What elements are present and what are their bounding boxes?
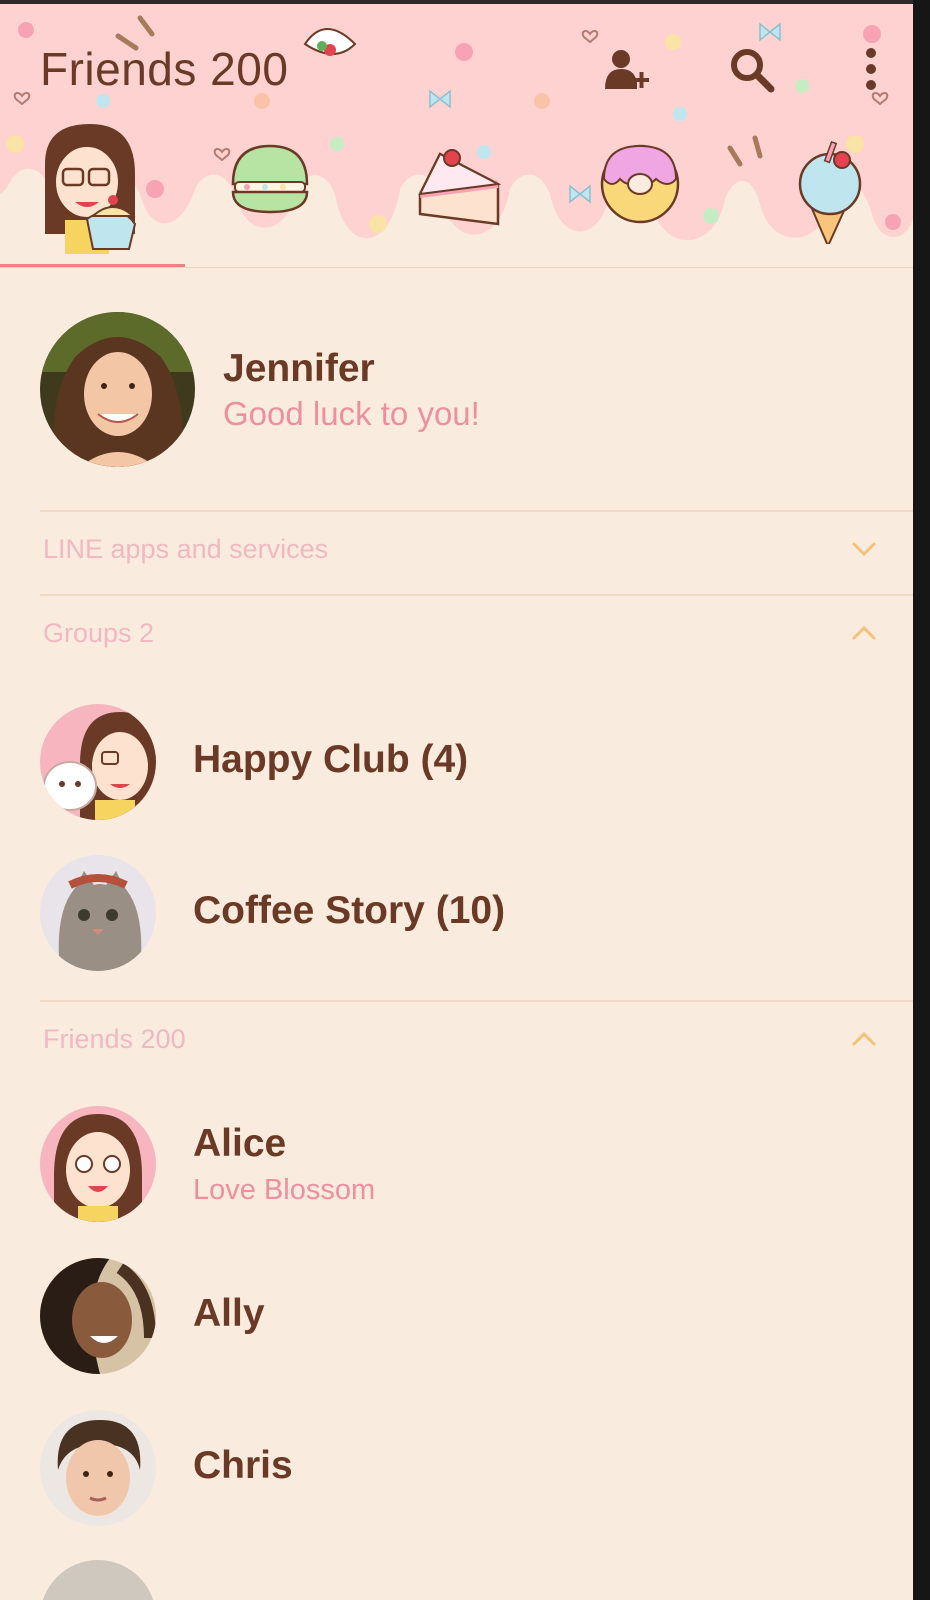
friend-row-partial[interactable] [40, 1560, 156, 1600]
profile-status-message: Good luck to you! [223, 395, 480, 432]
friend-name: Alice [193, 1122, 287, 1165]
add-friend-icon [605, 50, 649, 89]
friend-row-ally[interactable]: Ally [0, 1258, 913, 1398]
chevron-up-icon [852, 1031, 876, 1046]
tab-icecream[interactable] [780, 124, 880, 264]
avatar [40, 312, 195, 467]
girl-character-icon [45, 124, 137, 254]
friend-row-chris[interactable]: Chris [0, 1410, 913, 1550]
friend-photo-chris [40, 1410, 156, 1526]
section-label: LINE apps and services [43, 534, 329, 564]
group-row-happy-club[interactable]: Happy Club (4) [0, 704, 913, 844]
tab-friends[interactable] [25, 124, 145, 264]
more-options-button[interactable] [843, 42, 899, 98]
tab-cake[interactable] [410, 124, 510, 264]
group-name: Coffee Story (10) [193, 889, 506, 932]
header-divider [0, 267, 913, 268]
group-photo-happy-club [40, 704, 156, 820]
header: Friends 200 [0, 4, 913, 268]
friend-name: Ally [193, 1292, 265, 1335]
search-button[interactable] [724, 42, 780, 98]
section-line-services[interactable]: LINE apps and services [0, 512, 913, 592]
search-icon [731, 49, 775, 93]
friend-status-message: Love Blossom [193, 1174, 376, 1206]
profile-photo [40, 312, 195, 467]
add-friend-button[interactable] [598, 42, 654, 98]
more-vert-icon [866, 48, 876, 90]
header-title: Friends 200 [40, 43, 289, 95]
tab-macaron[interactable] [225, 124, 315, 264]
chevron-down-icon [852, 542, 876, 557]
macaron-icon [231, 144, 309, 214]
section-groups[interactable]: Groups 2 [0, 596, 913, 676]
friend-name: Chris [193, 1444, 293, 1487]
group-avatar [40, 704, 156, 820]
group-name: Happy Club (4) [193, 738, 469, 781]
cake-icon [418, 149, 502, 226]
friend-row-alice[interactable]: Alice Love Blossom [0, 1106, 913, 1246]
profile-name: Jennifer [223, 347, 375, 390]
group-avatar [40, 855, 156, 971]
my-profile[interactable]: Jennifer Good luck to you! [40, 312, 900, 472]
section-label: Friends 200 [43, 1024, 186, 1054]
donut-icon [600, 144, 680, 224]
icecream-icon [798, 140, 862, 249]
section-label: Groups 2 [43, 618, 155, 648]
friend-avatar [40, 1258, 156, 1374]
tab-donut[interactable] [595, 124, 685, 264]
section-friends[interactable]: Friends 200 [0, 1002, 913, 1082]
chevron-up-icon [852, 625, 876, 640]
friend-photo-ally [40, 1258, 156, 1374]
friends-screen: Friends 200 Jennifer Good luck to you! L… [0, 0, 930, 1600]
friend-avatar [40, 1410, 156, 1526]
friend-photo-alice [40, 1106, 156, 1222]
screen-edge [913, 0, 930, 1600]
friend-avatar [40, 1106, 156, 1222]
group-row-coffee-story[interactable]: Coffee Story (10) [0, 855, 913, 995]
group-photo-coffee-story [40, 855, 156, 971]
friend-avatar [40, 1560, 156, 1600]
